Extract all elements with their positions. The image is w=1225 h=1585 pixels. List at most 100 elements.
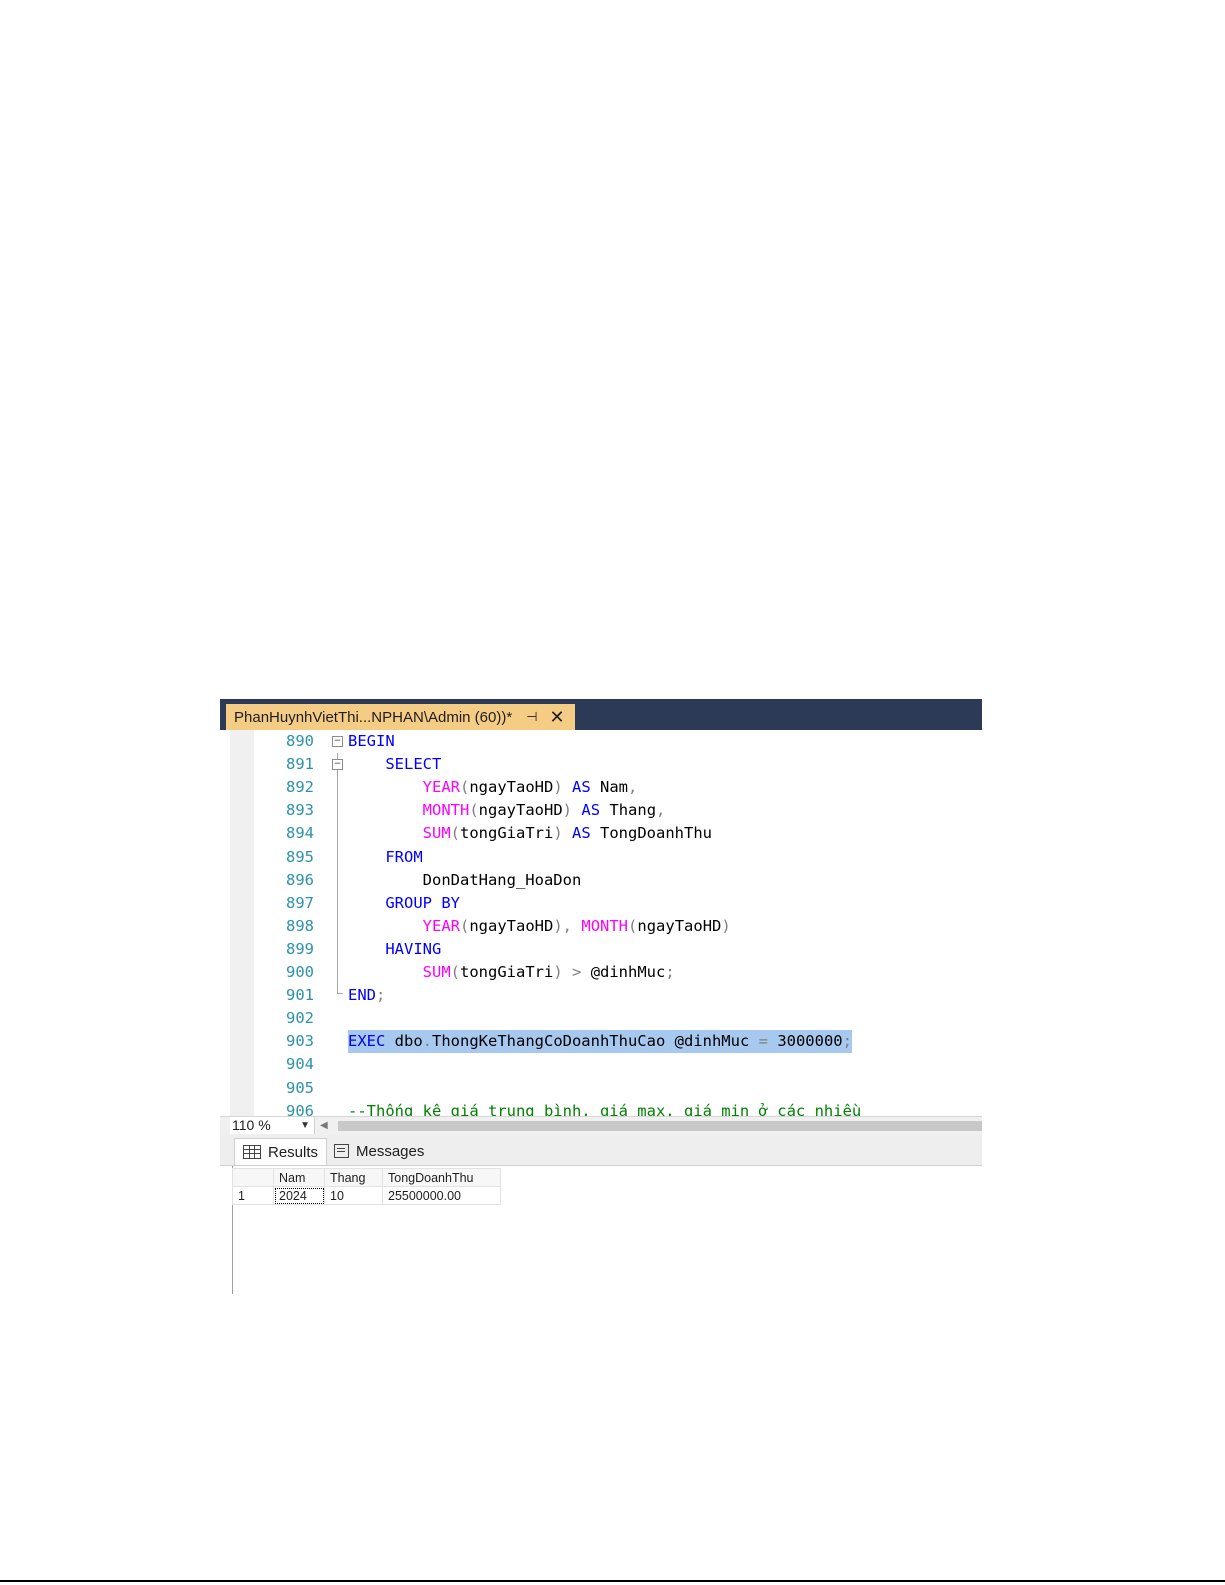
code-line[interactable]: 903 EXEC dbo.ThongKeThangCoDoanhThuCao @d… [220, 1030, 982, 1054]
grid-icon [243, 1145, 261, 1159]
code-line[interactable]: 905 [220, 1077, 982, 1100]
code-text: EXEC dbo.ThongKeThangCoDoanhThuCao @dinh… [348, 1030, 852, 1054]
line-number: 891 [286, 755, 314, 774]
code-token: 3000000 [767, 1032, 843, 1051]
results-pane: Nam Thang TongDoanhThu 1 2024 10 2550000… [220, 1166, 982, 1294]
editor-status-bar: 110 % ▼ ◀ [220, 1116, 982, 1135]
code-line[interactable]: 898 YEAR(ngayTaoHD), MONTH(ngayTaoHD) [220, 915, 982, 938]
document-tab-bar: PhanHuynhVietThi...NPHAN\Admin (60))* ⊣ … [220, 699, 982, 730]
code-token: ; [842, 1032, 852, 1051]
code-text: END; [348, 984, 385, 1007]
code-text: SUM(tongGiaTri) > @dinhMuc; [348, 961, 675, 984]
code-token: ) [562, 801, 573, 820]
code-line[interactable]: 899 HAVING [220, 938, 982, 961]
code-token: ngayTaoHD [478, 801, 563, 820]
tab-title: PhanHuynhVietThi...NPHAN\Admin (60))* [234, 708, 513, 726]
code-token: ; [376, 986, 386, 1005]
code-text: GROUP BY [348, 892, 460, 915]
line-number: 895 [286, 847, 314, 866]
code-token: , [656, 801, 666, 820]
tab-results[interactable]: Results [234, 1138, 328, 1165]
code-line[interactable]: 893 MONTH(ngayTaoHD) AS Thang, [220, 799, 982, 822]
code-token: ) [721, 916, 731, 935]
horizontal-scrollbar[interactable] [338, 1121, 982, 1131]
code-token: TongDoanhThu [590, 824, 713, 843]
line-number: 892 [286, 778, 314, 797]
close-icon[interactable]: ✕ [550, 708, 565, 726]
code-line[interactable]: 904 [220, 1053, 982, 1076]
code-line[interactable]: 897 GROUP BY [220, 892, 982, 915]
results-grid[interactable]: Nam Thang TongDoanhThu 1 2024 10 2550000… [232, 1168, 501, 1205]
code-token: ) [553, 824, 563, 843]
code-token: . [422, 1032, 432, 1051]
code-line[interactable]: 906 --Thống kê giá trung bình, giá max, g… [220, 1100, 982, 1116]
code-text: MONTH(ngayTaoHD) AS Thang, [348, 799, 666, 822]
code-line[interactable]: 890 − BEGIN [220, 730, 982, 753]
code-token: HAVING [385, 939, 442, 958]
code-line[interactable]: 892 YEAR(ngayTaoHD) AS Nam, [220, 776, 982, 799]
column-header-tongdoanhthu[interactable]: TongDoanhThu [382, 1168, 501, 1187]
code-token: ( [450, 824, 460, 843]
query-document-tab[interactable]: PhanHuynhVietThi...NPHAN\Admin (60))* ⊣ … [226, 704, 575, 730]
column-header-nam[interactable]: Nam [273, 1168, 325, 1187]
code-line[interactable]: 891 − SELECT [220, 753, 982, 776]
code-token: MONTH [581, 916, 629, 935]
code-token: SUM [422, 963, 451, 981]
column-header-thang[interactable]: Thang [324, 1168, 383, 1187]
row-number[interactable]: 1 [232, 1186, 274, 1205]
code-token: ( [459, 916, 470, 935]
code-line[interactable]: 902 [220, 1007, 982, 1030]
code-token: = [758, 1032, 768, 1051]
line-number: 896 [286, 870, 314, 889]
code-text: FROM [348, 846, 422, 869]
line-number: 904 [286, 1055, 314, 1074]
pin-icon[interactable]: ⊣ [526, 709, 537, 725]
collapse-icon[interactable]: − [332, 736, 343, 747]
line-number: 893 [286, 801, 314, 820]
tab-messages[interactable]: Messages [326, 1138, 432, 1164]
results-tab-strip: Results Messages [220, 1135, 982, 1166]
code-line[interactable]: 895 FROM [220, 846, 982, 869]
cell-tongdoanhthu[interactable]: 25500000.00 [382, 1186, 501, 1205]
code-token: Nam [590, 778, 629, 797]
cell-thang[interactable]: 10 [324, 1186, 383, 1205]
code-token: tongGiaTri [460, 824, 554, 843]
code-line[interactable]: 900 SUM(tongGiaTri) > @dinhMuc; [220, 961, 982, 984]
code-token: YEAR [422, 916, 460, 935]
query-editor[interactable]: 890 − BEGIN 891 − SELECT 892 YEAR(ngayTaoHD) … [220, 730, 982, 1116]
code-token: ) [553, 916, 563, 935]
code-line[interactable]: 896 DonDatHang_HoaDon [220, 869, 982, 892]
code-token: ) [553, 778, 563, 797]
code-line[interactable]: 901 END; [220, 984, 982, 1007]
line-number: 902 [286, 1009, 314, 1028]
cell-nam[interactable]: 2024 [273, 1186, 325, 1205]
code-line[interactable]: 894 SUM(tongGiaTri) AS TongDoanhThu [220, 822, 982, 845]
code-token: ( [459, 778, 470, 797]
zoom-dropdown[interactable]: 110 % ▼ [230, 1117, 315, 1134]
page-bottom-rule [0, 1580, 1225, 1582]
code-token: SUM [422, 824, 451, 843]
code-token: ( [628, 916, 638, 935]
code-token: ngayTaoHD [469, 916, 554, 935]
line-number: 906 [286, 1101, 314, 1116]
code-token: MONTH [422, 801, 470, 820]
scroll-left-icon[interactable]: ◀ [320, 1117, 328, 1134]
code-token: ) [553, 963, 563, 981]
code-text: SELECT [348, 753, 441, 776]
collapse-icon[interactable]: − [332, 759, 343, 771]
column-header-rownum [232, 1168, 274, 1187]
code-token: ; [665, 963, 675, 981]
code-text: YEAR(ngayTaoHD), MONTH(ngayTaoHD) [348, 915, 731, 938]
line-number: 900 [286, 963, 314, 981]
code-token: DonDatHang_HoaDon [422, 870, 582, 889]
line-number: 899 [286, 939, 314, 958]
code-token: END [348, 986, 376, 1005]
